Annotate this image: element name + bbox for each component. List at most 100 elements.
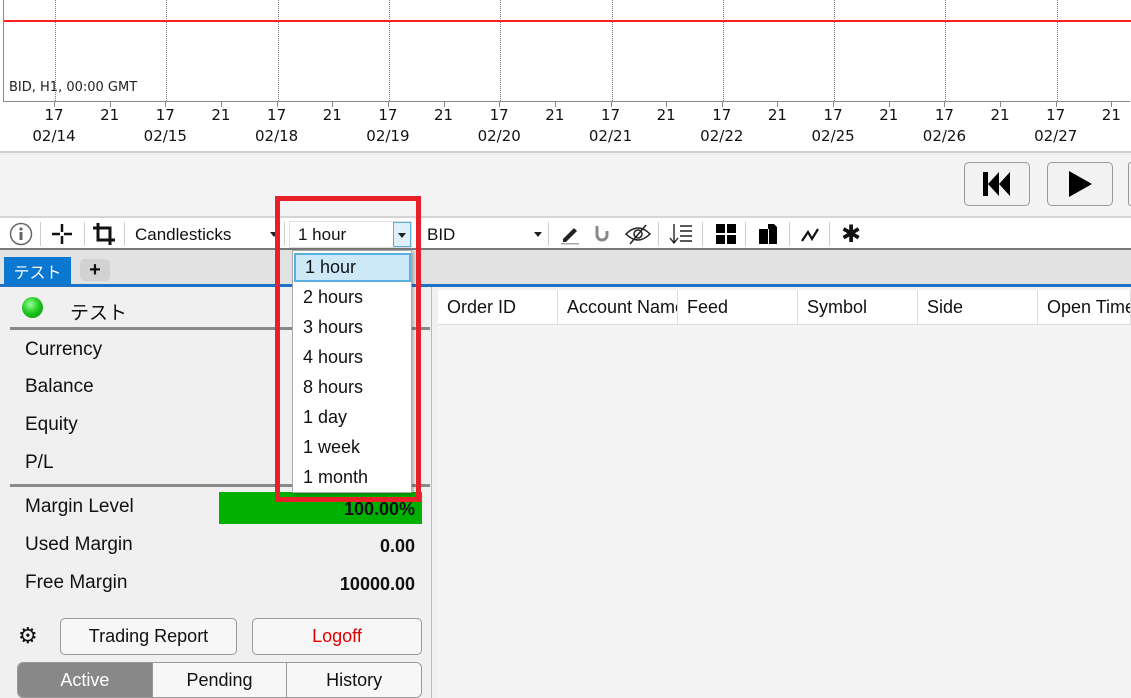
hour-tick-label: 17 — [934, 106, 954, 124]
bid-price-line — [4, 20, 1131, 22]
hour-tick-label: 21 — [434, 106, 454, 124]
crop-icon — [93, 223, 115, 245]
margin-level-label: Margin Level — [25, 496, 134, 517]
settings-button[interactable]: ✱ — [837, 220, 865, 248]
grid-line — [722, 0, 724, 101]
hour-tick-label: 17 — [712, 106, 732, 124]
pencil-icon — [561, 228, 579, 245]
skip-to-start-icon — [983, 172, 1010, 196]
chart-type-select[interactable]: Candlesticks — [127, 221, 282, 248]
date-tick-label: 02/21 — [588, 127, 633, 145]
column-open-time[interactable]: Open Time — [1038, 290, 1131, 325]
hour-tick-label: 21 — [656, 106, 676, 124]
playback-bar — [0, 155, 1131, 218]
hour-tick-label: 17 — [1046, 106, 1066, 124]
pl-label: P/L — [25, 452, 54, 473]
add-tab-button[interactable]: + — [80, 259, 110, 281]
crosshair-button[interactable] — [48, 220, 76, 248]
chart-info-label: BID, H1, 00:00 GMT — [9, 80, 138, 95]
date-tick-label: 02/15 — [143, 127, 187, 145]
connection-status-icon — [22, 297, 43, 318]
price-type-value: BID — [427, 224, 456, 244]
date-tick-label: 02/20 — [477, 127, 521, 145]
price-type-select[interactable]: BID — [419, 221, 546, 248]
logoff-button[interactable]: Logoff — [252, 618, 422, 655]
crosshair-icon — [52, 224, 72, 244]
segment-pending[interactable]: Pending — [151, 663, 287, 697]
date-tick-label: 02/27 — [1034, 127, 1078, 145]
eye-off-icon — [624, 224, 652, 245]
templates-button[interactable] — [755, 220, 781, 248]
hour-tick-label: 17 — [155, 106, 175, 124]
tab-test[interactable]: テスト — [4, 257, 71, 284]
magnet-icon — [595, 226, 609, 242]
grid-line — [166, 0, 168, 101]
hour-tick-label: 17 — [600, 106, 621, 124]
column-feed[interactable]: Feed — [678, 290, 798, 325]
hour-tick-label: 21 — [545, 106, 565, 124]
hour-tick-label: 17 — [44, 106, 64, 124]
grid-line — [1056, 0, 1058, 101]
date-tick-label: 02/25 — [811, 127, 855, 145]
date-tick-label: 02/19 — [366, 127, 410, 145]
play-button[interactable] — [1047, 162, 1113, 206]
line-chart-icon — [801, 228, 819, 242]
segment-history[interactable]: History — [286, 663, 421, 697]
date-tick-label: 02/18 — [254, 127, 299, 145]
hour-tick-label: 21 — [322, 106, 342, 124]
sort-list-icon — [669, 224, 692, 245]
free-margin-label: Free Margin — [25, 572, 128, 593]
free-margin-value: 10000.00 — [339, 574, 415, 594]
grid-line — [277, 0, 279, 101]
segment-active[interactable]: Active — [18, 663, 152, 697]
order-filter-segment: Active Pending History — [17, 662, 422, 698]
chevron-down-icon — [534, 232, 542, 237]
hour-tick-label: 17 — [823, 106, 843, 124]
date-tick-label: 02/26 — [922, 127, 967, 145]
hour-tick-label: 17 — [489, 106, 509, 124]
hour-tick-label: 21 — [879, 106, 899, 124]
crop-button[interactable] — [90, 220, 118, 248]
info-icon — [9, 222, 33, 246]
magnet-button[interactable] — [589, 220, 615, 248]
grid-line — [945, 0, 947, 101]
equity-label: Equity — [25, 414, 78, 435]
column-account-name[interactable]: Account Name — [558, 290, 678, 325]
account-tabs: テスト + — [0, 250, 1131, 287]
column-order-id[interactable]: Order ID — [438, 290, 558, 325]
used-margin-value: 0.00 — [379, 536, 415, 556]
sort-button[interactable] — [666, 220, 696, 248]
hour-tick-label: 17 — [378, 106, 398, 124]
info-button[interactable] — [8, 220, 34, 248]
margin-level-value: 100.00% — [343, 499, 415, 519]
hour-tick-label: 17 — [267, 106, 287, 124]
layout-button[interactable] — [713, 220, 739, 248]
date-tick-label: 02/22 — [700, 127, 744, 145]
orders-table: Order ID Account Name Feed Symbol Side O… — [438, 290, 1131, 698]
chart-plot-area[interactable] — [3, 0, 1130, 102]
draw-button[interactable] — [557, 220, 583, 248]
play-icon — [1069, 171, 1092, 197]
column-symbol[interactable]: Symbol — [798, 290, 918, 325]
balance-label: Balance — [25, 376, 94, 397]
grid-line — [611, 0, 613, 101]
hour-tick-label: 21 — [767, 106, 787, 124]
gear-icon: ✱ — [840, 220, 862, 248]
grid-icon — [716, 224, 736, 244]
hide-button[interactable] — [623, 220, 653, 248]
hour-tick-label: 21 — [990, 106, 1010, 124]
date-tick-label: 02/14 — [32, 127, 76, 145]
rewind-button[interactable] — [964, 162, 1030, 206]
indicators-button[interactable] — [797, 220, 823, 248]
trading-report-button[interactable]: Trading Report — [60, 618, 237, 655]
gears-icon[interactable]: ⚙ — [18, 623, 38, 649]
chart-toolbar: Candlesticks 1 hour BID ✱ — [0, 218, 1131, 250]
price-chart[interactable]: BID, H1, 00:00 GMT 17 21 17 21 17 21 17 21 17 21 1… — [0, 0, 1131, 153]
column-side[interactable]: Side — [918, 290, 1038, 325]
used-margin-label: Used Margin — [25, 534, 133, 555]
account-name: テスト — [70, 303, 128, 324]
currency-label: Currency — [25, 339, 103, 360]
chart-type-value: Candlesticks — [135, 224, 232, 244]
grid-line — [388, 0, 390, 101]
grid-line — [834, 0, 836, 101]
